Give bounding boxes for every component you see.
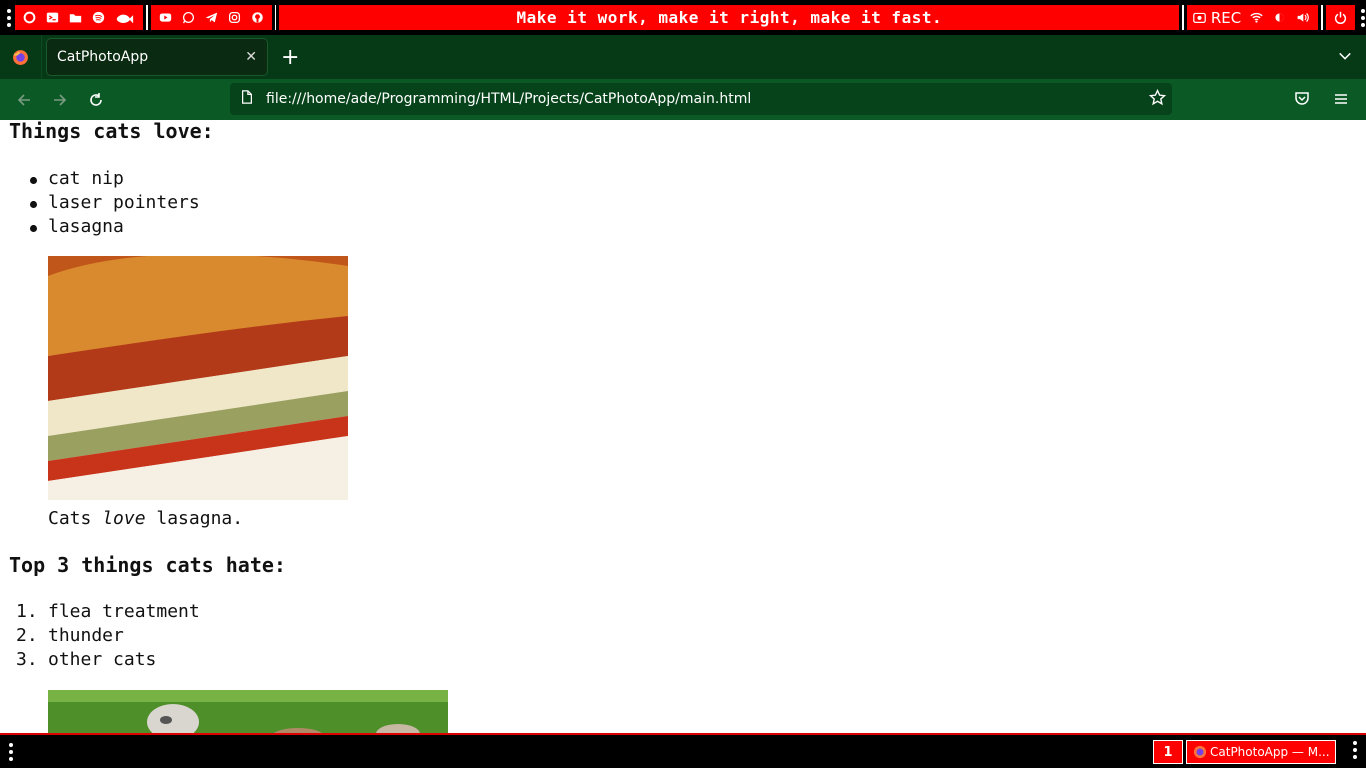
spotify-icon[interactable] bbox=[87, 6, 110, 29]
separator bbox=[274, 5, 277, 30]
list-item: 3. other cats bbox=[16, 649, 157, 670]
brightness-icon[interactable] bbox=[1268, 6, 1291, 29]
url-bar[interactable]: file:///home/ade/Programming/HTML/Projec… bbox=[230, 83, 1172, 115]
back-icon[interactable] bbox=[6, 82, 42, 118]
url-text[interactable]: file:///home/ade/Programming/HTML/Projec… bbox=[266, 91, 751, 107]
close-tab-icon[interactable]: ✕ bbox=[245, 49, 257, 65]
workspace-indicator[interactable]: 1 bbox=[1153, 740, 1183, 764]
page-icon bbox=[240, 89, 254, 109]
lasagna-caption: Cats love lasagna. bbox=[48, 508, 243, 529]
list-item: cat nip bbox=[30, 167, 200, 191]
new-tab-icon[interactable]: + bbox=[281, 45, 301, 70]
love-list: cat nip laser pointers lasagna bbox=[30, 167, 200, 239]
github-icon[interactable] bbox=[246, 6, 269, 29]
bookmark-star-icon[interactable] bbox=[1148, 88, 1167, 110]
caption-text: lasagna. bbox=[145, 508, 244, 529]
firefox-icon bbox=[13, 49, 28, 65]
debian-icon[interactable] bbox=[18, 6, 41, 29]
left-grip-icon bbox=[6, 8, 11, 27]
top-status-bar: Make it work, make it right, make it fas… bbox=[0, 0, 1366, 35]
wifi-icon[interactable] bbox=[1245, 6, 1268, 29]
lasagna-image[interactable] bbox=[48, 256, 348, 500]
motto-banner: Make it work, make it right, make it fas… bbox=[279, 5, 1180, 30]
status-group: REC bbox=[1186, 5, 1319, 30]
volume-icon[interactable] bbox=[1291, 6, 1314, 29]
taskbar-window-title: CatPhotoApp — M... bbox=[1210, 745, 1330, 759]
hate-list: 1. flea treatment 2. thunder 3. other cats bbox=[16, 600, 200, 672]
left-grip-icon bbox=[6, 742, 16, 761]
list-tabs-icon[interactable] bbox=[1338, 48, 1352, 67]
separator bbox=[1182, 5, 1184, 30]
power-group bbox=[1325, 5, 1355, 30]
taskbar-window-firefox[interactable]: CatPhotoApp — M... bbox=[1186, 740, 1336, 764]
folder-icon[interactable] bbox=[64, 6, 87, 29]
tab-catphotoapp[interactable]: CatPhotoApp ✕ bbox=[47, 39, 267, 75]
list-item: 2. thunder bbox=[16, 625, 124, 646]
page-content: Things cats love: cat nip laser pointers… bbox=[0, 120, 1366, 733]
list-item: laser pointers bbox=[30, 191, 200, 215]
hamburger-menu-icon[interactable] bbox=[1333, 91, 1349, 111]
browser-nav-bar: file:///home/ade/Programming/HTML/Projec… bbox=[0, 79, 1366, 120]
list-item: lasagna bbox=[30, 215, 200, 239]
reload-icon[interactable] bbox=[78, 82, 114, 118]
separator bbox=[146, 5, 148, 30]
list-item: 1. flea treatment bbox=[16, 601, 200, 622]
separator bbox=[1321, 5, 1323, 30]
terminal-icon[interactable] bbox=[41, 6, 64, 29]
bottom-taskbar: 1 CatPhotoApp — M... bbox=[0, 733, 1366, 768]
hate-heading: Top 3 things cats hate: bbox=[9, 553, 286, 577]
launcher-group bbox=[15, 5, 144, 30]
caption-emphasis: love bbox=[102, 508, 146, 529]
browser-tab-strip: CatPhotoApp ✕ + bbox=[0, 35, 1366, 79]
right-grip-icon bbox=[1361, 8, 1366, 27]
fish-icon[interactable] bbox=[110, 6, 140, 29]
app-icons-group bbox=[150, 5, 272, 30]
power-icon[interactable] bbox=[1329, 6, 1352, 29]
instagram-icon[interactable] bbox=[223, 6, 246, 29]
right-grip-icon bbox=[1350, 741, 1360, 759]
love-heading: Things cats love: bbox=[9, 120, 214, 143]
firefox-icon bbox=[1193, 745, 1207, 759]
kittens-image[interactable] bbox=[48, 690, 448, 733]
firefox-view-button[interactable] bbox=[0, 35, 42, 79]
tab-title: CatPhotoApp bbox=[57, 49, 149, 65]
forward-icon[interactable] bbox=[42, 82, 78, 118]
youtube-icon[interactable] bbox=[154, 6, 177, 29]
record-label[interactable]: REC bbox=[1211, 9, 1241, 27]
whatsapp-icon[interactable] bbox=[177, 6, 200, 29]
screenshot-icon[interactable] bbox=[1191, 6, 1209, 29]
caption-text: Cats bbox=[48, 508, 103, 529]
telegram-icon[interactable] bbox=[200, 6, 223, 29]
pocket-icon[interactable] bbox=[1294, 90, 1310, 110]
